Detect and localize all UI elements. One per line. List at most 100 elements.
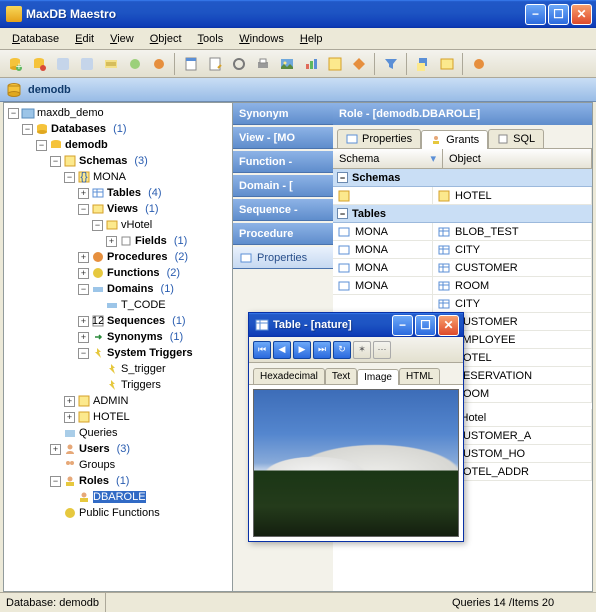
tree-tcode[interactable]: T_CODE [90, 297, 232, 313]
tb-filter[interactable] [380, 53, 402, 75]
tb-chart[interactable] [300, 53, 322, 75]
tab-sql[interactable]: SQL [488, 129, 544, 148]
col-object[interactable]: Object [443, 149, 592, 168]
grid-row[interactable]: CITY [333, 295, 592, 313]
tree-synonyms[interactable]: +Synonyms (1) [76, 329, 232, 345]
tb-new-db[interactable]: + [4, 53, 26, 75]
tree-views[interactable]: −Views (1) [76, 201, 232, 217]
menu-database[interactable]: Database [4, 31, 67, 47]
tree-groups[interactable]: Groups [48, 457, 232, 473]
child-maximize[interactable]: ☐ [415, 315, 436, 336]
tree-hotel[interactable]: +HOTEL [62, 409, 232, 425]
tree-pubfunc[interactable]: Public Functions [48, 505, 232, 521]
tree-fields[interactable]: +Fields (1) [104, 233, 232, 249]
ctab-image[interactable]: Image [357, 369, 399, 385]
menu-help[interactable]: Help [292, 31, 331, 47]
tb-btn14[interactable] [348, 53, 370, 75]
ctab-hex[interactable]: Hexadecimal [253, 368, 325, 384]
tb-db2[interactable] [28, 53, 50, 75]
toolbar-sep3 [406, 53, 408, 75]
nav-btn7[interactable]: ⋯ [373, 341, 391, 359]
tree-admin[interactable]: +ADMIN [62, 393, 232, 409]
tb-btn18[interactable] [468, 53, 490, 75]
tb-btn13[interactable] [324, 53, 346, 75]
tree-users[interactable]: +Users (3) [48, 441, 232, 457]
sect-schemas[interactable]: −Schemas [333, 169, 592, 187]
menu-view[interactable]: View [102, 31, 142, 47]
tb-btn4[interactable] [76, 53, 98, 75]
grid-row[interactable]: HOTEL [333, 187, 592, 205]
tree-demodb[interactable]: −demodb [34, 137, 232, 153]
nav-first[interactable]: ⏮ [253, 341, 271, 359]
tab-grants[interactable]: Grants [421, 130, 488, 149]
tb-btn6[interactable] [124, 53, 146, 75]
menu-windows[interactable]: Windows [231, 31, 292, 47]
tree-mona[interactable]: −{}MONA [62, 169, 232, 185]
svg-text:{}: {} [80, 171, 88, 183]
maximize-button[interactable]: ☐ [548, 4, 569, 25]
tree-strigger[interactable]: S_trigger [90, 361, 232, 377]
stab-domain[interactable]: Domain - [ [233, 175, 333, 197]
toolbar-sep2 [374, 53, 376, 75]
stab-synonym[interactable]: Synonym [233, 103, 333, 125]
grid-row[interactable]: MONABLOB_TEST [333, 223, 592, 241]
col-schema[interactable]: Schema▾ [333, 149, 443, 168]
nav-refresh[interactable]: ↻ [333, 341, 351, 359]
stab-sequence[interactable]: Sequence - [233, 199, 333, 221]
grid-row[interactable]: MONACITY [333, 241, 592, 259]
tree-tables[interactable]: +Tables (4) [76, 185, 232, 201]
stab-properties[interactable]: Properties [233, 247, 333, 269]
tb-btn10[interactable] [228, 53, 250, 75]
tb-btn8[interactable] [180, 53, 202, 75]
grid-row[interactable]: MONACUSTOMER [333, 259, 592, 277]
menu-tools[interactable]: Tools [190, 31, 232, 47]
status-left: Database: demodb [0, 593, 106, 612]
grid-row[interactable]: MONAROOM [333, 277, 592, 295]
child-minimize[interactable]: − [392, 315, 413, 336]
close-button[interactable]: ✕ [571, 4, 592, 25]
tree-roles[interactable]: −Roles (1) [48, 473, 232, 489]
tree-dbarole[interactable]: DBAROLE [62, 489, 232, 505]
tb-btn16[interactable] [412, 53, 434, 75]
tree-systriggers[interactable]: −System Triggers [76, 345, 232, 361]
menu-object[interactable]: Object [142, 31, 190, 47]
child-window[interactable]: Table - [nature] − ☐ ✕ ⏮ ◀ ▶ ⏭ ↻ ✶ ⋯ Hex… [248, 312, 464, 542]
tree-vhotel[interactable]: −vHotel [90, 217, 232, 233]
tree-pane[interactable]: −maxdb_demo −Databases (1) −demodb −Sche… [3, 102, 233, 592]
tb-btn3[interactable] [52, 53, 74, 75]
tb-btn7[interactable] [148, 53, 170, 75]
minimize-button[interactable]: − [525, 4, 546, 25]
menu-edit[interactable]: Edit [67, 31, 102, 47]
toolbar-sep1 [174, 53, 176, 75]
role-title[interactable]: Role - [demodb.DBAROLE] [333, 103, 592, 125]
tb-image[interactable] [276, 53, 298, 75]
child-close[interactable]: ✕ [438, 315, 459, 336]
tree-procedures[interactable]: +Procedures (2) [76, 249, 232, 265]
nav-prev[interactable]: ◀ [273, 341, 291, 359]
tb-btn17[interactable] [436, 53, 458, 75]
stab-procedure[interactable]: Procedure [233, 223, 333, 245]
tab-properties[interactable]: Properties [337, 129, 421, 148]
sect-tables[interactable]: −Tables [333, 205, 592, 223]
ctab-html[interactable]: HTML [399, 368, 440, 384]
db-bar: demodb [0, 78, 596, 102]
stab-function[interactable]: Function - [233, 151, 333, 173]
tree-domains[interactable]: −Domains (1) [76, 281, 232, 297]
tree-schemas[interactable]: −Schemas (3) [48, 153, 232, 169]
nav-next[interactable]: ▶ [293, 341, 311, 359]
stab-view[interactable]: View - [MO [233, 127, 333, 149]
nav-last[interactable]: ⏭ [313, 341, 331, 359]
tb-btn9[interactable] [204, 53, 226, 75]
child-tabs: Hexadecimal Text Image HTML [249, 363, 463, 385]
tree-databases[interactable]: −Databases (1) [20, 121, 232, 137]
toolbar-sep4 [462, 53, 464, 75]
tree-triggers[interactable]: Triggers [90, 377, 232, 393]
nav-btn6[interactable]: ✶ [353, 341, 371, 359]
tb-btn5[interactable] [100, 53, 122, 75]
tree-functions[interactable]: +Functions (2) [76, 265, 232, 281]
tree-queries[interactable]: Queries [48, 425, 232, 441]
tree-root[interactable]: −maxdb_demo [6, 105, 232, 121]
tree-sequences[interactable]: +12Sequences (1) [76, 313, 232, 329]
tb-print[interactable] [252, 53, 274, 75]
ctab-text[interactable]: Text [325, 368, 357, 384]
